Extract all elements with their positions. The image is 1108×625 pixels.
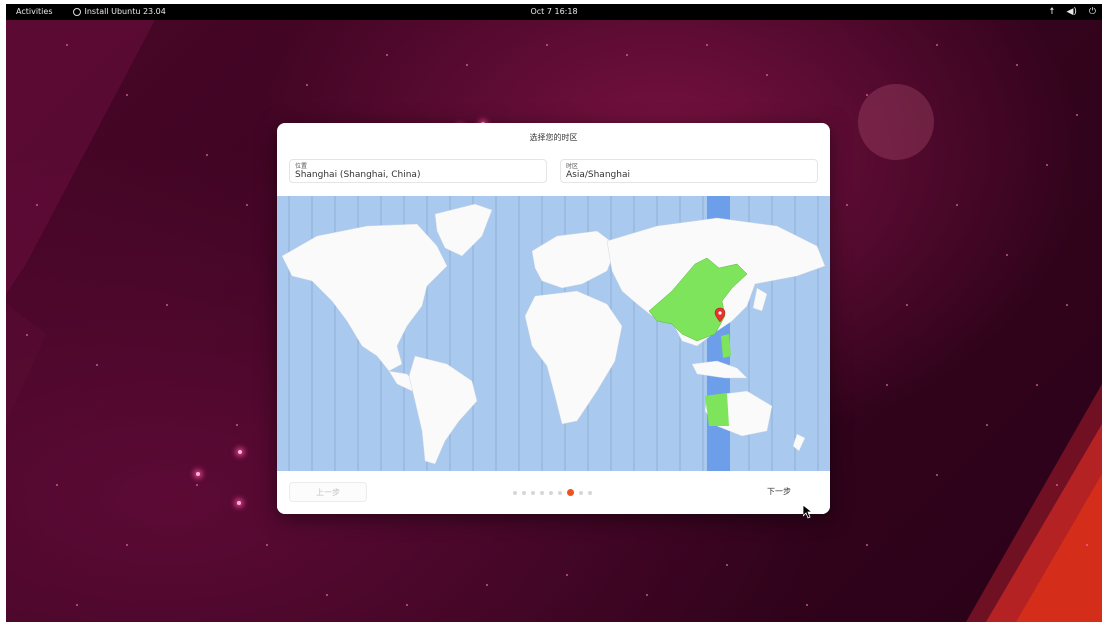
star [956, 204, 958, 206]
star [56, 484, 58, 486]
star [726, 564, 728, 566]
star [906, 304, 908, 306]
star [406, 604, 408, 606]
star [546, 44, 548, 46]
star [1076, 114, 1078, 116]
star [36, 204, 38, 206]
accessibility-icon[interactable]: ☨ [1050, 4, 1055, 20]
star [206, 154, 208, 156]
star [1086, 544, 1088, 546]
star [486, 584, 488, 586]
step-dot [549, 490, 553, 495]
star [1046, 164, 1048, 166]
star [126, 544, 128, 546]
star-glow [196, 472, 200, 476]
next-button[interactable]: 下一步 [742, 482, 816, 502]
highlighted-region-western-australia [705, 393, 729, 426]
star [1056, 484, 1058, 486]
star [236, 424, 238, 426]
star [936, 474, 938, 476]
timezone-field[interactable]: 时区 Asia/Shanghai [560, 159, 818, 183]
star [126, 94, 128, 96]
star [96, 364, 98, 366]
star-glow [238, 450, 242, 454]
star [566, 574, 568, 576]
star [866, 544, 868, 546]
star [646, 594, 648, 596]
star [886, 384, 888, 386]
step-dot [540, 490, 544, 495]
star [1066, 304, 1068, 306]
star [986, 424, 988, 426]
star [266, 544, 268, 546]
volume-icon[interactable]: ◀) [1066, 4, 1076, 20]
step-dot [531, 490, 535, 495]
star [66, 44, 68, 46]
star [386, 54, 388, 56]
star [306, 84, 308, 86]
star [706, 44, 708, 46]
dialog-title: 选择您的时区 [529, 133, 578, 142]
star [76, 604, 78, 606]
star [26, 334, 28, 336]
dialog-footer: 上一步 下一步 [277, 471, 830, 514]
step-dot [579, 490, 583, 495]
star [466, 64, 468, 66]
star [196, 484, 198, 486]
top-bar: Activities Install Ubuntu 23.04 Oct 7 16… [6, 4, 1102, 20]
star [1006, 254, 1008, 256]
star [166, 304, 168, 306]
timezone-dialog: 选择您的时区 位置 Shanghai (Shanghai, China) 时区 … [277, 123, 830, 514]
star [766, 74, 768, 76]
timezone-label: 时区 [566, 163, 579, 170]
star [246, 204, 248, 206]
step-dot [558, 490, 562, 495]
timezone-map[interactable] [277, 196, 830, 471]
clock[interactable]: Oct 7 16:18 [6, 4, 1102, 20]
location-field[interactable]: 位置 Shanghai (Shanghai, China) [289, 159, 547, 183]
mouse-cursor [803, 505, 813, 519]
location-value: Shanghai (Shanghai, China) [295, 170, 421, 180]
star [866, 94, 868, 96]
star [1016, 64, 1018, 66]
star-glow [237, 501, 241, 505]
power-icon[interactable]: ⏻ [1089, 4, 1096, 20]
step-dot [588, 490, 592, 495]
star [1036, 384, 1038, 386]
star [846, 204, 848, 206]
timezone-value: Asia/Shanghai [566, 170, 630, 180]
star [806, 604, 808, 606]
step-dot [513, 490, 517, 495]
star [936, 44, 938, 46]
location-label: 位置 [295, 163, 308, 170]
star [626, 54, 628, 56]
step-indicator [513, 489, 592, 496]
step-dot [522, 490, 526, 495]
back-button[interactable]: 上一步 [289, 482, 367, 502]
step-dot-active [567, 489, 574, 496]
star [326, 594, 328, 596]
